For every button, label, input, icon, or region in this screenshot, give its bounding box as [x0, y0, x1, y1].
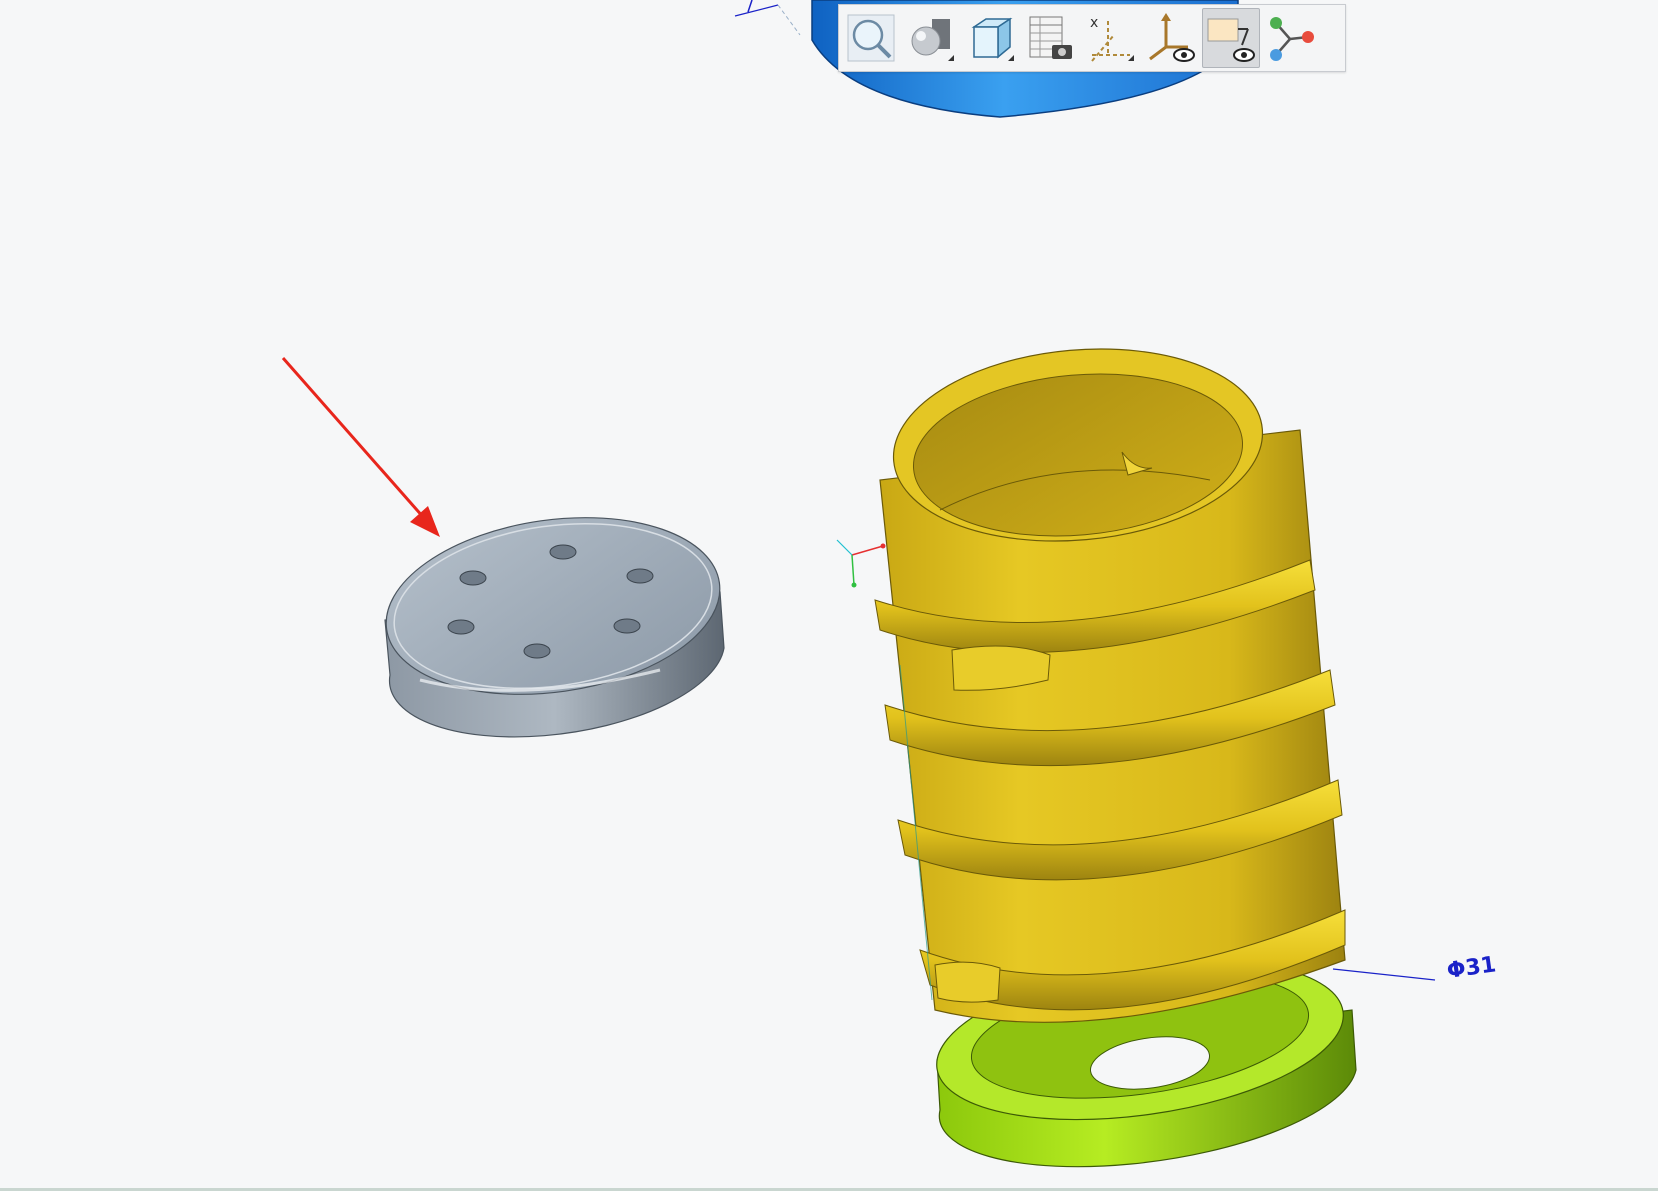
gray-disc-part[interactable]	[375, 497, 732, 738]
annotation-display-button[interactable]	[1202, 8, 1260, 68]
view-manager-button[interactable]	[1022, 8, 1080, 68]
red-arrow	[281, 357, 440, 537]
zoom-magnifier-icon	[847, 14, 895, 62]
dimension-lines-top	[734, 0, 801, 36]
annotation-eye-icon	[1207, 18, 1255, 62]
dimension-label: Φ31	[1445, 952, 1497, 984]
zoom-button[interactable]	[842, 8, 900, 68]
csys-eye-icon	[1149, 13, 1195, 62]
cube-view-icon	[971, 17, 1014, 61]
table-camera-icon	[1029, 16, 1072, 59]
model-viewport[interactable]: Φ31	[0, 0, 1658, 1191]
csys-display-button[interactable]	[1142, 8, 1200, 68]
datum-display-button[interactable]: x	[1082, 8, 1140, 68]
svg-text:x: x	[1090, 15, 1098, 31]
display-style-button[interactable]	[902, 8, 960, 68]
shaded-sphere-icon	[911, 19, 954, 61]
csys-triad	[836, 539, 886, 588]
spin-center-button[interactable]	[1262, 8, 1320, 68]
saved-orientations-button[interactable]	[962, 8, 1020, 68]
datum-axes-icon: x	[1090, 15, 1134, 62]
spin-center-icon	[1270, 17, 1314, 61]
yellow-helical-part[interactable]	[874, 334, 1346, 1023]
view-toolbar: x	[838, 4, 1346, 72]
diameter-dimension[interactable]: Φ31	[1332, 952, 1498, 984]
